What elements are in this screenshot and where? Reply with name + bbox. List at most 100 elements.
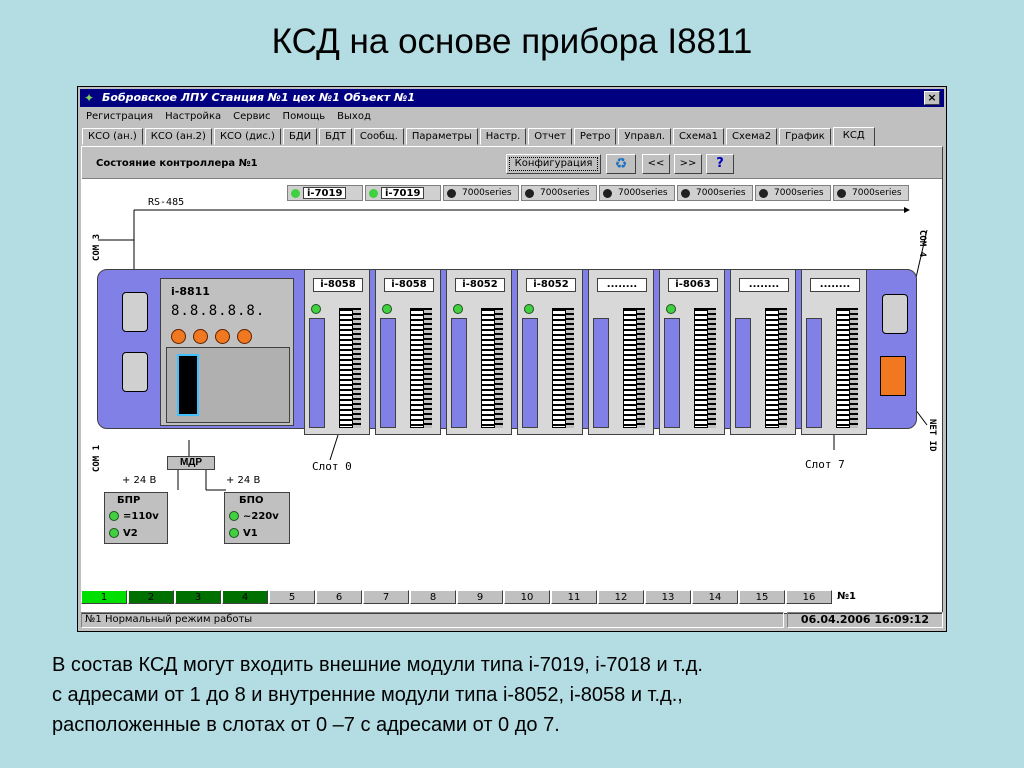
address-cell[interactable]: 11	[551, 590, 597, 604]
menu-settings[interactable]: Настройка	[159, 109, 227, 125]
ext-module-name: 7000series	[618, 188, 668, 198]
cpu-knob[interactable]	[237, 329, 252, 344]
io-slot-empty[interactable]: ........	[588, 269, 654, 435]
com1-port[interactable]	[122, 352, 148, 392]
address-cell[interactable]: 13	[645, 590, 691, 604]
tab-kso-dis[interactable]: КСО (дис.)	[213, 128, 281, 145]
address-cell[interactable]: 16	[786, 590, 832, 604]
terminal-block	[836, 308, 850, 428]
tab-control[interactable]: Управл.	[618, 128, 671, 145]
tab-retro[interactable]: Ретро	[573, 128, 617, 145]
com4-port[interactable]	[882, 294, 908, 334]
com3-port[interactable]	[122, 292, 148, 332]
address-cell[interactable]: 6	[316, 590, 362, 604]
controller-panel: Состояние контроллера №1 Конфигурация ♻ …	[81, 146, 943, 614]
tab-scheme2[interactable]: Схема2	[726, 128, 778, 145]
mdr-box[interactable]: МДР	[167, 456, 215, 470]
close-button[interactable]: ×	[924, 91, 940, 105]
ext-module[interactable]: 7000series	[599, 185, 675, 201]
ext-module[interactable]: 7000series	[521, 185, 597, 201]
caption-line: расположенные в слотах от 0 –7 с адресам…	[52, 714, 560, 736]
terminal-block	[410, 308, 424, 428]
address-cell[interactable]: 3	[175, 590, 221, 604]
next-button[interactable]: >>	[674, 154, 702, 174]
tab-kso-an2[interactable]: КСО (ан.2)	[144, 128, 212, 145]
bpr-line2: V2	[109, 528, 138, 539]
address-cell[interactable]: 14	[692, 590, 738, 604]
terminal-block	[850, 308, 858, 428]
cpu-knob[interactable]	[171, 329, 186, 344]
bpr-line1: =110v	[109, 511, 159, 522]
refresh-button[interactable]: ♻	[606, 154, 636, 174]
terminal-block	[708, 308, 716, 428]
bpr-title: БПР	[117, 495, 141, 506]
io-slot[interactable]: i-8058	[304, 269, 370, 435]
slot-bar	[522, 318, 538, 428]
status-led	[382, 304, 392, 314]
status-led	[837, 189, 846, 198]
status-led	[229, 528, 239, 538]
io-slot[interactable]: i-8052	[446, 269, 512, 435]
ext-module[interactable]: 7000series	[755, 185, 831, 201]
tab-report[interactable]: Отчет	[528, 128, 572, 145]
tab-scheme1[interactable]: Схема1	[672, 128, 725, 145]
address-cell[interactable]: 1	[81, 590, 127, 604]
bpr-voltage: =110v	[123, 511, 159, 522]
tab-ksd[interactable]: КСД	[832, 127, 875, 146]
address-cell[interactable]: 15	[739, 590, 785, 604]
ext-module-name: 7000series	[852, 188, 902, 198]
slot0-label: Слот 0	[312, 460, 352, 473]
menu-exit[interactable]: Выход	[331, 109, 377, 125]
address-cell[interactable]: 4	[222, 590, 268, 604]
tab-bdt[interactable]: БДТ	[319, 128, 352, 145]
config-button[interactable]: Конфигурация	[506, 154, 601, 174]
volt-right: + 24 В	[226, 475, 261, 486]
cpu-module[interactable]: i-8811 8.8.8.8.8.	[160, 278, 294, 426]
tab-bdi[interactable]: БДИ	[282, 128, 318, 145]
tab-kso-an[interactable]: КСО (ан.)	[82, 128, 143, 145]
io-slot-empty[interactable]: ........	[801, 269, 867, 435]
ext-module[interactable]: 7000series	[443, 185, 519, 201]
ext-module[interactable]: i-7019	[365, 185, 441, 201]
bpo-title: БПО	[239, 495, 264, 506]
tab-messages[interactable]: Сообщ.	[353, 128, 404, 145]
address-cell[interactable]: 7	[363, 590, 409, 604]
slot-module-name: i-8058	[313, 278, 363, 292]
address-cell[interactable]: 2	[128, 590, 174, 604]
net-id-switch[interactable]	[880, 356, 906, 396]
io-slot[interactable]: i-8052	[517, 269, 583, 435]
address-cell[interactable]: 12	[598, 590, 644, 604]
terminal-block	[495, 308, 503, 428]
io-slot[interactable]: i-8058	[375, 269, 441, 435]
dip-switch[interactable]	[177, 354, 199, 416]
menu-service[interactable]: Сервис	[227, 109, 276, 125]
menu-help[interactable]: Помощь	[277, 109, 332, 125]
help-button[interactable]: ?	[706, 154, 734, 174]
io-slot-empty[interactable]: ........	[730, 269, 796, 435]
menu-registration[interactable]: Регистрация	[80, 109, 159, 125]
ext-module[interactable]: 7000series	[677, 185, 753, 201]
status-led	[229, 511, 239, 521]
cpu-knob[interactable]	[215, 329, 230, 344]
status-led	[524, 304, 534, 314]
ext-module[interactable]: i-7019	[287, 185, 363, 201]
slot-bar	[593, 318, 609, 428]
ext-module-name: 7000series	[774, 188, 824, 198]
slot-bar	[451, 318, 467, 428]
cpu-knob[interactable]	[193, 329, 208, 344]
bpr-unit[interactable]: БПР =110v V2	[104, 492, 168, 544]
slot-bar	[380, 318, 396, 428]
tab-parameters[interactable]: Параметры	[405, 128, 478, 145]
prev-button[interactable]: <<	[642, 154, 670, 174]
address-cell[interactable]: 5	[269, 590, 315, 604]
ext-module[interactable]: 7000series	[833, 185, 909, 201]
status-led	[369, 189, 378, 198]
tab-setup[interactable]: Настр.	[479, 128, 527, 145]
address-cell[interactable]: 8	[410, 590, 456, 604]
io-slot[interactable]: i-8063	[659, 269, 725, 435]
address-cell[interactable]: 10	[504, 590, 550, 604]
status-led	[681, 189, 690, 198]
bpo-unit[interactable]: БПО ~220v V1	[224, 492, 290, 544]
tab-chart[interactable]: График	[779, 128, 831, 145]
address-cell[interactable]: 9	[457, 590, 503, 604]
